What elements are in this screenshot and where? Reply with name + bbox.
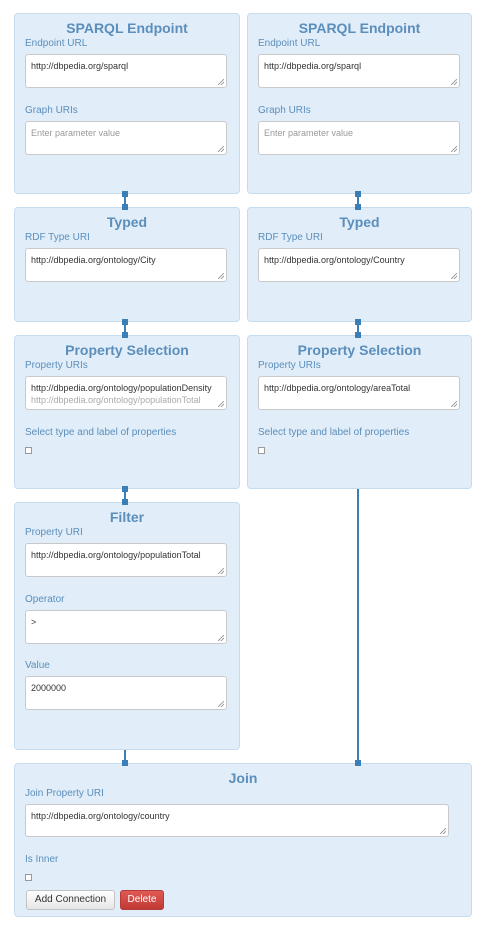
property-uri-label: Property URI bbox=[25, 527, 83, 538]
connector-dot bbox=[122, 332, 128, 338]
connector-dot bbox=[122, 191, 128, 197]
resize-grip-icon[interactable] bbox=[218, 401, 224, 407]
resize-grip-icon[interactable] bbox=[218, 635, 224, 641]
resize-grip-icon[interactable] bbox=[218, 701, 224, 707]
connector-dot bbox=[122, 204, 128, 210]
property-uris-input[interactable]: http://dbpedia.org/ontology/populationDe… bbox=[25, 376, 227, 410]
rdf-type-uri-input[interactable]: http://dbpedia.org/ontology/City bbox=[25, 248, 227, 282]
select-type-checkbox[interactable] bbox=[25, 447, 32, 454]
typed-node-right[interactable]: Typed RDF Type URI http://dbpedia.org/on… bbox=[247, 207, 472, 322]
graph-uris-input[interactable]: Enter parameter value bbox=[25, 121, 227, 155]
is-inner-label: Is Inner bbox=[25, 854, 59, 865]
connector-dot bbox=[122, 760, 128, 766]
property-uris-input[interactable]: http://dbpedia.org/ontology/areaTotal bbox=[258, 376, 460, 410]
connector-dot bbox=[355, 332, 361, 338]
sparql-endpoint-node-right[interactable]: SPARQL Endpoint Endpoint URL http://dbpe… bbox=[247, 13, 472, 194]
node-title: Filter bbox=[109, 509, 145, 525]
node-title: Typed bbox=[106, 214, 148, 230]
connector-line bbox=[357, 488, 359, 764]
connector-dot bbox=[355, 760, 361, 766]
join-property-uri-value: http://dbpedia.org/ontology/country bbox=[31, 811, 170, 821]
node-title: Join bbox=[228, 770, 258, 786]
add-connection-button[interactable]: Add Connection bbox=[26, 890, 115, 910]
filter-node[interactable]: Filter Property URI http://dbpedia.org/o… bbox=[14, 502, 240, 750]
rdf-type-uri-label: RDF Type URI bbox=[258, 232, 323, 243]
rdf-type-uri-value: http://dbpedia.org/ontology/City bbox=[31, 255, 156, 265]
connector-dot bbox=[122, 499, 128, 505]
endpoint-url-label: Endpoint URL bbox=[258, 38, 321, 49]
operator-input[interactable]: > bbox=[25, 610, 227, 644]
connector-dot bbox=[355, 204, 361, 210]
resize-grip-icon[interactable] bbox=[218, 146, 224, 152]
node-title: Typed bbox=[339, 214, 380, 230]
node-title: Property Selection bbox=[297, 342, 422, 358]
graph-uris-input[interactable]: Enter parameter value bbox=[258, 121, 460, 155]
sparql-endpoint-node-left[interactable]: SPARQL Endpoint Endpoint URL http://dbpe… bbox=[14, 13, 240, 194]
operator-value: > bbox=[31, 617, 37, 627]
property-uris-label: Property URIs bbox=[25, 360, 88, 371]
property-uri-value: http://dbpedia.org/ontology/populationTo… bbox=[31, 550, 201, 560]
select-type-checkbox[interactable] bbox=[258, 447, 265, 454]
node-title: SPARQL Endpoint bbox=[66, 20, 188, 36]
join-property-uri-input[interactable]: http://dbpedia.org/ontology/country bbox=[25, 804, 449, 837]
is-inner-checkbox[interactable] bbox=[25, 874, 32, 881]
node-title: SPARQL Endpoint bbox=[298, 20, 421, 36]
graph-uris-label: Graph URIs bbox=[25, 105, 78, 116]
rdf-type-uri-input[interactable]: http://dbpedia.org/ontology/Country bbox=[258, 248, 460, 282]
node-title: Property Selection bbox=[65, 342, 189, 358]
endpoint-url-input[interactable]: http://dbpedia.org/sparql bbox=[258, 54, 460, 88]
resize-grip-icon[interactable] bbox=[440, 828, 446, 834]
rdf-type-uri-value: http://dbpedia.org/ontology/Country bbox=[264, 255, 405, 265]
graph-uris-label: Graph URIs bbox=[258, 105, 311, 116]
resize-grip-icon[interactable] bbox=[451, 79, 457, 85]
select-type-label: Select type and label of properties bbox=[25, 427, 177, 438]
graph-uris-placeholder: Enter parameter value bbox=[31, 128, 121, 138]
property-uris-label: Property URIs bbox=[258, 360, 321, 371]
property-uri-line: http://dbpedia.org/ontology/populationDe… bbox=[31, 383, 212, 393]
resize-grip-icon[interactable] bbox=[218, 568, 224, 574]
resize-grip-icon[interactable] bbox=[451, 146, 457, 152]
resize-grip-icon[interactable] bbox=[218, 79, 224, 85]
value-label: Value bbox=[25, 660, 50, 671]
resize-grip-icon[interactable] bbox=[451, 273, 457, 279]
endpoint-url-value: http://dbpedia.org/sparql bbox=[264, 61, 362, 71]
delete-button[interactable]: Delete bbox=[120, 890, 164, 910]
join-node[interactable]: Join Join Property URI http://dbpedia.or… bbox=[14, 763, 472, 917]
operator-label: Operator bbox=[25, 594, 65, 605]
graph-uris-placeholder: Enter parameter value bbox=[264, 128, 354, 138]
endpoint-url-input[interactable]: http://dbpedia.org/sparql bbox=[25, 54, 227, 88]
join-property-uri-label: Join Property URI bbox=[25, 788, 104, 799]
property-uri-input[interactable]: http://dbpedia.org/ontology/populationTo… bbox=[25, 543, 227, 577]
value-value: 2000000 bbox=[31, 683, 67, 693]
endpoint-url-value: http://dbpedia.org/sparql bbox=[31, 61, 129, 71]
select-type-label: Select type and label of properties bbox=[258, 427, 410, 438]
connector-dot bbox=[122, 319, 128, 325]
property-selection-node-right[interactable]: Property Selection Property URIs http://… bbox=[247, 335, 472, 489]
rdf-type-uri-label: RDF Type URI bbox=[25, 232, 90, 243]
value-input[interactable]: 2000000 bbox=[25, 676, 227, 710]
resize-grip-icon[interactable] bbox=[218, 273, 224, 279]
typed-node-left[interactable]: Typed RDF Type URI http://dbpedia.org/on… bbox=[14, 207, 240, 322]
property-selection-node-left[interactable]: Property Selection Property URIs http://… bbox=[14, 335, 240, 489]
property-uri-line: http://dbpedia.org/ontology/populationTo… bbox=[31, 395, 201, 405]
connector-dot bbox=[355, 191, 361, 197]
property-uri-value: http://dbpedia.org/ontology/areaTotal bbox=[264, 383, 411, 393]
connector-dot bbox=[122, 486, 128, 492]
endpoint-url-label: Endpoint URL bbox=[25, 38, 88, 49]
resize-grip-icon[interactable] bbox=[451, 401, 457, 407]
connector-dot bbox=[355, 319, 361, 325]
